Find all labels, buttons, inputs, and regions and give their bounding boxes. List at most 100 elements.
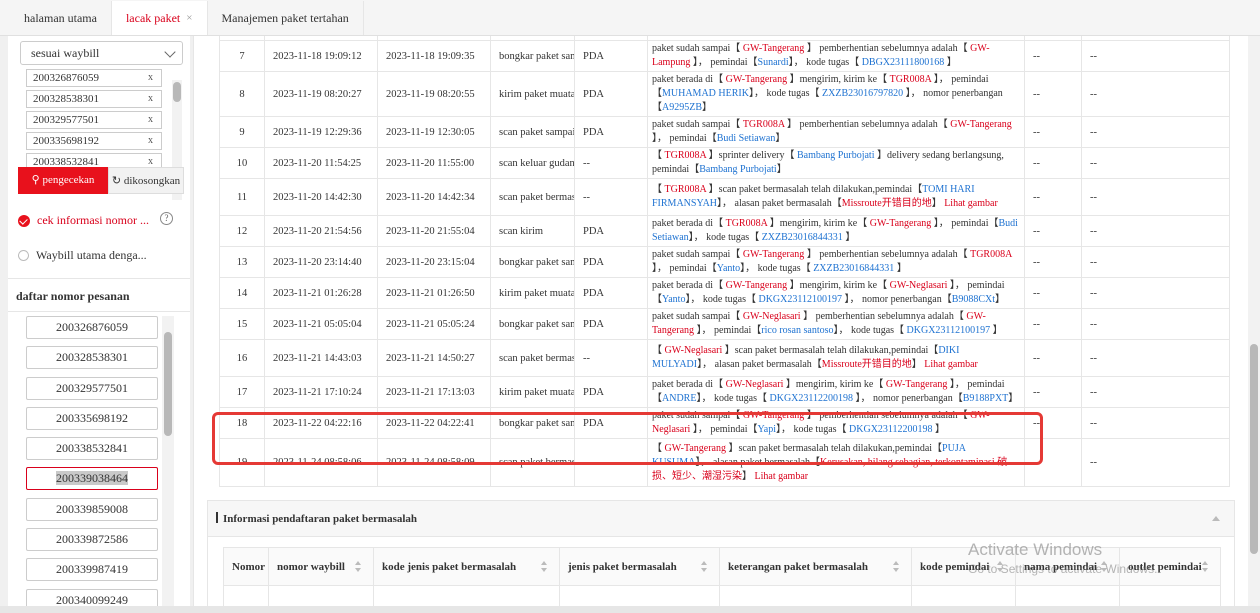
scan-type: scan kirim (490, 215, 575, 247)
bottom-scrollbar[interactable] (0, 606, 1260, 613)
extra-col-2: -- (1081, 308, 1230, 340)
order-item[interactable]: 200329577501 (26, 376, 158, 400)
search-button[interactable]: ⚲ pengecekan (18, 167, 108, 194)
scan-type: bongkar paket samp (490, 246, 575, 278)
tab-home[interactable]: halaman utama (10, 1, 112, 35)
column-header[interactable]: nama pemindai (1015, 547, 1120, 586)
order-list-scrollbar[interactable] (162, 316, 174, 606)
sort-icon[interactable] (1101, 561, 1107, 573)
row-number: 9 (219, 116, 265, 148)
scan-type: bongkar paket samp (490, 308, 575, 340)
order-item[interactable]: 200328538301 (26, 346, 158, 370)
tab-track-package[interactable]: lacak paket × (111, 1, 208, 35)
table-row: 14 2023-11-21 01:26:28 2023-11-21 01:26:50… (219, 277, 1230, 309)
scan-description: paket berada di【 GW-Tangerang 】mengirim,… (647, 71, 1025, 117)
scan-time: 2023-11-19 12:29:36 (264, 116, 378, 148)
option-check-number[interactable]: cek informasi nomor ... (18, 213, 149, 228)
table-row: 8 2023-11-19 08:20:27 2023-11-19 08:20:55 k… (219, 71, 1230, 117)
order-number: 200329577501 (56, 380, 128, 395)
upload-time: 2023-11-21 17:13:03 (377, 376, 491, 408)
upload-time: 2023-11-18 19:09:35 (377, 40, 491, 72)
order-item[interactable]: 200339859008 (26, 497, 158, 521)
order-list-title: daftar nomor pesanan (8, 278, 190, 312)
order-item[interactable]: 200340099249 (26, 588, 158, 606)
sort-icon[interactable] (997, 561, 1003, 573)
order-number: 200326876059 (56, 320, 128, 334)
upload-time: 2023-11-20 23:15:04 (377, 246, 491, 278)
extra-col-1: -- (1024, 178, 1082, 216)
collapse-icon[interactable] (1212, 516, 1220, 521)
scroll-thumb[interactable] (1250, 344, 1258, 554)
order-item[interactable]: 200326876059 (26, 316, 158, 339)
order-number: 200328538301 (56, 350, 128, 365)
column-header[interactable]: jenis paket bermasalah (559, 547, 720, 586)
remove-icon[interactable]: x (148, 70, 153, 86)
clear-button[interactable]: ↻ dikosongkan (108, 167, 184, 194)
column-header: Nomor (223, 547, 269, 586)
order-item-selected[interactable]: 200339038464 (26, 467, 158, 491)
order-item[interactable]: 200339872586 (26, 528, 158, 552)
scan-type: kirim paket muatan (490, 376, 575, 408)
help-icon[interactable]: ? (160, 212, 173, 225)
row-number: 8 (219, 71, 265, 117)
extra-col-2: -- (1081, 246, 1230, 278)
order-number: 200339859008 (56, 501, 128, 516)
scroll-thumb[interactable] (173, 82, 181, 102)
scan-time: 2023-11-20 14:42:30 (264, 178, 378, 216)
order-number: 200339987419 (56, 562, 128, 577)
extra-col-1: -- (1024, 246, 1082, 278)
scan-source: PDA (574, 376, 648, 408)
scan-type: scan paket sampai (490, 116, 575, 148)
scan-time: 2023-11-21 14:43:03 (264, 339, 378, 377)
sort-icon[interactable] (355, 561, 361, 573)
extra-col-1: -- (1024, 116, 1082, 148)
scan-description: paket berada di【 GW-Tangerang 】mengirim,… (647, 277, 1025, 309)
column-header[interactable]: kode pemindai (911, 547, 1016, 586)
search-icon: ⚲ (31, 174, 40, 186)
column-header[interactable]: nomor waybill (268, 547, 374, 586)
tab-held-package[interactable]: Manajemen paket tertahan (207, 1, 364, 35)
column-header[interactable]: keterangan paket bermasalah (719, 547, 912, 586)
sort-icon[interactable] (541, 561, 547, 573)
order-number: 200339038464 (56, 471, 128, 486)
sort-icon[interactable] (1202, 561, 1208, 573)
scan-description: paket sudah sampai【 GW-Tangerang 】 pembe… (647, 40, 1025, 72)
radio-checked-icon[interactable] (18, 214, 30, 227)
order-item[interactable]: 200335698192 (26, 406, 158, 430)
order-list: 200326876059 200328538301 200329577501 2… (26, 316, 161, 606)
chip-label: 200335698192 (33, 135, 99, 147)
radio-unchecked-icon[interactable] (18, 250, 29, 261)
scan-source: PDA (574, 71, 648, 117)
waybill-chip: 200328538301 x (26, 90, 162, 108)
option-label: cek informasi nomor ... (37, 213, 149, 227)
tab-label: lacak paket (125, 11, 181, 25)
order-item[interactable]: 200338532841 (26, 437, 158, 461)
search-panel: sesuai waybill 200326876059 x 20032853830… (8, 36, 190, 606)
close-icon[interactable]: × (186, 1, 192, 35)
scan-description: paket sudah sampai【 TGR008A 】 pemberhent… (647, 116, 1025, 148)
remove-icon[interactable]: x (148, 91, 153, 107)
table-row: 13 2023-11-20 23:14:40 2023-11-20 23:15:04… (219, 246, 1230, 278)
order-number: 200340099249 (56, 592, 128, 606)
main-scrollbar[interactable] (1248, 36, 1260, 606)
waybill-chip: 200329577501 x (26, 111, 162, 129)
scan-source: PDA (574, 40, 648, 72)
sort-icon[interactable] (893, 561, 899, 573)
scroll-thumb[interactable] (164, 332, 172, 436)
waybill-chip: 200326876059 x (26, 69, 162, 87)
upload-time: 2023-11-19 08:20:55 (377, 71, 491, 117)
remove-icon[interactable]: x (148, 112, 153, 128)
sort-icon[interactable] (701, 561, 707, 573)
order-item[interactable]: 200339987419 (26, 558, 158, 582)
table-row: 16 2023-11-21 14:43:03 2023-11-21 14:50:27… (219, 339, 1230, 377)
remove-icon[interactable]: x (148, 133, 153, 149)
row-number: 7 (219, 40, 265, 72)
option-main-waybill[interactable]: Waybill utama denga... (18, 248, 147, 263)
row-number: 15 (219, 308, 265, 340)
extra-col-1: -- (1024, 71, 1082, 117)
column-header[interactable]: outlet pemindai (1119, 547, 1221, 586)
table-row: 12 2023-11-20 21:54:56 2023-11-20 21:55:04… (219, 215, 1230, 247)
column-header[interactable]: kode jenis paket bermasalah (373, 547, 560, 586)
search-type-select[interactable]: sesuai waybill (20, 41, 183, 65)
scan-time: 2023-11-21 01:26:28 (264, 277, 378, 309)
